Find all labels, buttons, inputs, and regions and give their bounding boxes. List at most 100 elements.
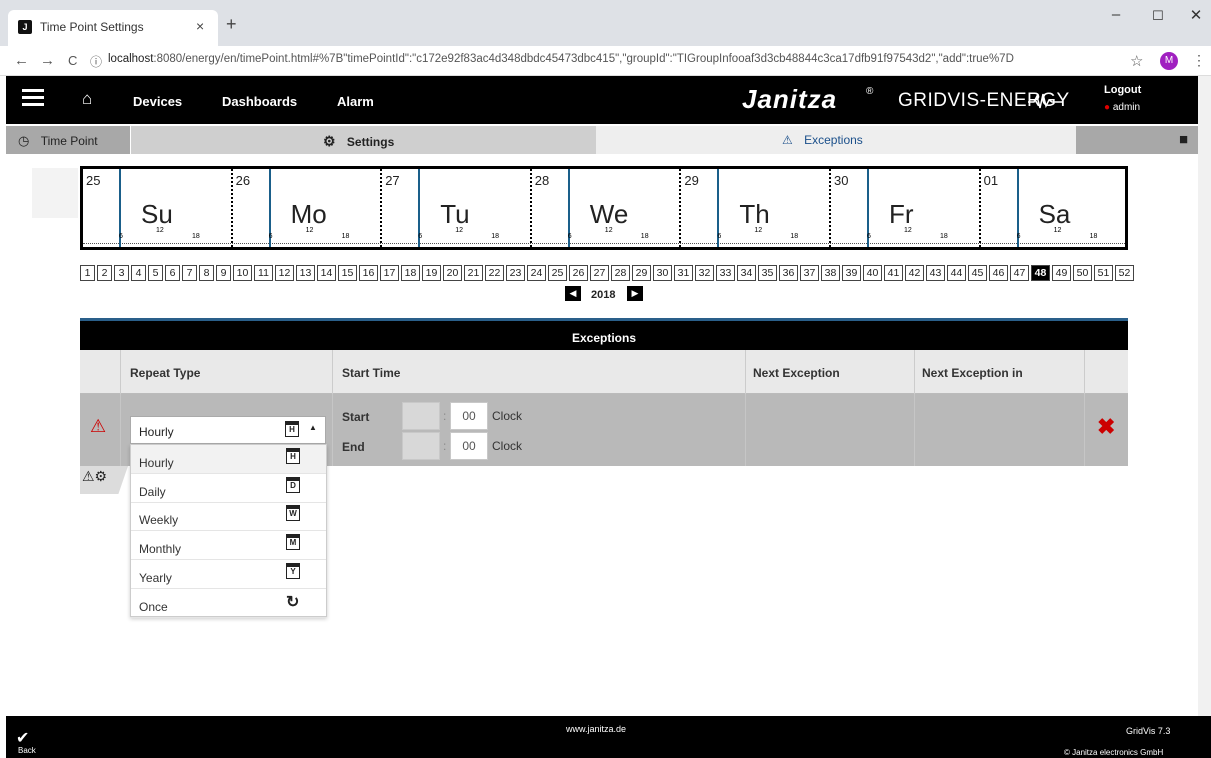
url-field[interactable]: localhost:8080/energy/en/timePoint.html#… [108, 53, 1068, 65]
week-number-44[interactable]: 44 [947, 265, 966, 281]
option-weekly[interactable]: Weekly W [131, 502, 326, 532]
week-number-43[interactable]: 43 [926, 265, 945, 281]
week-number-16[interactable]: 16 [359, 265, 378, 281]
exception-settings-button[interactable]: ⚠⚙ [80, 466, 128, 494]
week-number-34[interactable]: 34 [737, 265, 756, 281]
week-number-14[interactable]: 14 [317, 265, 336, 281]
day-name[interactable]: Th [739, 199, 769, 230]
week-number-2[interactable]: 2 [97, 265, 112, 281]
start-minute-input[interactable]: 00 [450, 402, 488, 430]
nav-alarm[interactable]: Alarm [337, 94, 374, 109]
minimize-button[interactable]: – [1106, 6, 1126, 23]
week-number-10[interactable]: 10 [233, 265, 252, 281]
week-number-33[interactable]: 33 [716, 265, 735, 281]
home-icon[interactable]: ⌂ [82, 89, 92, 109]
week-number-12[interactable]: 12 [275, 265, 294, 281]
week-number-1[interactable]: 1 [80, 265, 95, 281]
week-number-38[interactable]: 38 [821, 265, 840, 281]
week-number-19[interactable]: 19 [422, 265, 441, 281]
next-year-button[interactable]: ▶ [627, 286, 643, 301]
week-number-36[interactable]: 36 [779, 265, 798, 281]
option-monthly[interactable]: Monthly M [131, 531, 326, 561]
tab-settings[interactable]: ⚙ Settings [130, 126, 596, 154]
option-yearly[interactable]: Yearly Y [131, 560, 326, 589]
day-name[interactable]: Tu [440, 199, 469, 230]
week-number-3[interactable]: 3 [114, 265, 129, 281]
new-tab-button[interactable]: + [226, 14, 237, 35]
website-link[interactable]: www.janitza.de [566, 724, 626, 734]
week-number-8[interactable]: 8 [199, 265, 214, 281]
week-number-24[interactable]: 24 [527, 265, 546, 281]
week-number-51[interactable]: 51 [1094, 265, 1113, 281]
week-number-5[interactable]: 5 [148, 265, 163, 281]
day-name[interactable]: Fr [889, 199, 914, 230]
week-number-13[interactable]: 13 [296, 265, 315, 281]
end-hour-input[interactable] [402, 432, 440, 460]
nav-devices[interactable]: Devices [133, 94, 182, 109]
week-number-41[interactable]: 41 [884, 265, 903, 281]
week-number-47[interactable]: 47 [1010, 265, 1029, 281]
week-number-20[interactable]: 20 [443, 265, 462, 281]
logout-link[interactable]: Logout [1104, 84, 1141, 96]
option-hourly[interactable]: Hourly H [131, 445, 326, 474]
browser-tab[interactable]: J Time Point Settings × [8, 10, 218, 46]
window-close-button[interactable]: ✕ [1186, 6, 1206, 24]
week-number-4[interactable]: 4 [131, 265, 146, 281]
week-number-21[interactable]: 21 [464, 265, 483, 281]
prev-year-button[interactable]: ◀ [565, 286, 581, 301]
week-number-6[interactable]: 6 [165, 265, 180, 281]
back-check-icon[interactable]: ✔ [16, 728, 29, 748]
back-arrow-icon[interactable]: ← [14, 52, 29, 69]
week-strip[interactable]: 25 Su 6 12 18 26 Mo 6 12 18 27 Tu 6 12 18 28 We 6 12 18 29 Th… [80, 166, 1128, 250]
week-number-18[interactable]: 18 [401, 265, 420, 281]
week-number-15[interactable]: 15 [338, 265, 357, 281]
week-number-39[interactable]: 39 [842, 265, 861, 281]
option-daily[interactable]: Daily D [131, 474, 326, 503]
nav-dashboards[interactable]: Dashboards [222, 94, 297, 109]
tab-close-icon[interactable]: × [196, 18, 204, 34]
bookmark-star-icon[interactable]: ☆ [1130, 52, 1143, 70]
delete-icon[interactable]: ✖ [1097, 414, 1115, 440]
week-number-46[interactable]: 46 [989, 265, 1008, 281]
week-number-26[interactable]: 26 [569, 265, 588, 281]
week-number-35[interactable]: 35 [758, 265, 777, 281]
week-number-25[interactable]: 25 [548, 265, 567, 281]
day-name[interactable]: Sa [1039, 199, 1071, 230]
profile-avatar[interactable]: M [1160, 52, 1178, 70]
start-hour-input[interactable] [402, 402, 440, 430]
end-minute-input[interactable]: 00 [450, 432, 488, 460]
week-number-48[interactable]: 48 [1031, 265, 1050, 281]
maximize-button[interactable]: ☐ [1148, 8, 1168, 24]
tab-time-point[interactable]: ◷ Time Point [6, 126, 130, 154]
browser-menu-icon[interactable]: ⋮ [1192, 52, 1206, 69]
repeat-type-select[interactable]: Hourly H ▲ [130, 416, 326, 444]
day-name[interactable]: Su [141, 199, 173, 230]
week-number-11[interactable]: 11 [254, 265, 273, 281]
forward-arrow-icon[interactable]: → [40, 52, 55, 69]
week-number-22[interactable]: 22 [485, 265, 504, 281]
week-number-40[interactable]: 40 [863, 265, 882, 281]
page-scrollbar[interactable] [1198, 76, 1211, 716]
week-number-28[interactable]: 28 [611, 265, 630, 281]
reload-icon[interactable]: C [68, 53, 77, 68]
option-once[interactable]: Once ↻ [131, 589, 326, 618]
save-disk-icon[interactable]: ■ [1179, 131, 1188, 148]
week-number-32[interactable]: 32 [695, 265, 714, 281]
week-number-52[interactable]: 52 [1115, 265, 1134, 281]
week-number-31[interactable]: 31 [674, 265, 693, 281]
week-number-50[interactable]: 50 [1073, 265, 1092, 281]
week-number-27[interactable]: 27 [590, 265, 609, 281]
week-number-45[interactable]: 45 [968, 265, 987, 281]
week-number-30[interactable]: 30 [653, 265, 672, 281]
week-number-9[interactable]: 9 [216, 265, 231, 281]
info-icon[interactable]: ⓘ [90, 53, 102, 70]
week-number-29[interactable]: 29 [632, 265, 651, 281]
back-label[interactable]: Back [18, 746, 36, 755]
day-name[interactable]: We [590, 199, 629, 230]
week-number-7[interactable]: 7 [182, 265, 197, 281]
tab-exceptions[interactable]: ⚠ Exceptions [596, 126, 1076, 154]
week-number-23[interactable]: 23 [506, 265, 525, 281]
week-number-42[interactable]: 42 [905, 265, 924, 281]
week-number-17[interactable]: 17 [380, 265, 399, 281]
week-number-49[interactable]: 49 [1052, 265, 1071, 281]
